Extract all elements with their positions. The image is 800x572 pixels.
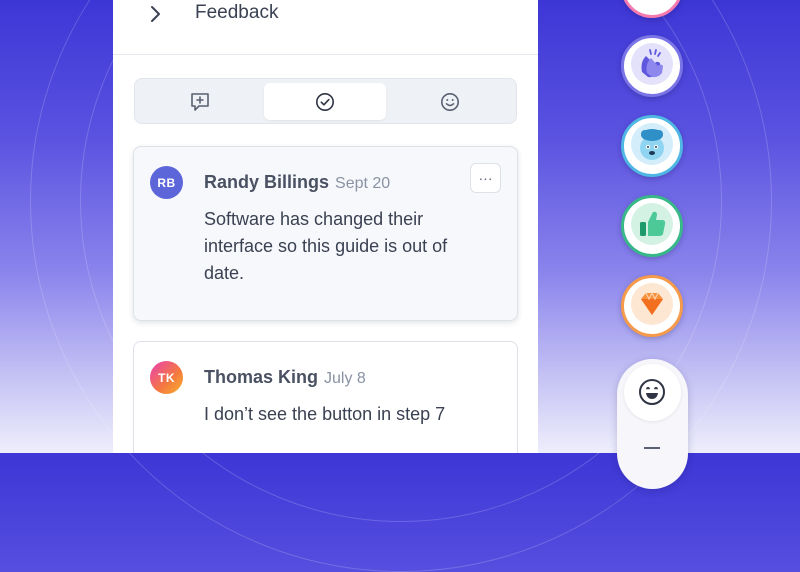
author-name: Thomas King <box>204 367 319 387</box>
tab-resolved[interactable] <box>264 83 386 120</box>
dock-handle-icon <box>644 447 660 455</box>
comment-card[interactable]: RB Randy Billings Sept 20 ··· Software ha… <box>133 146 518 321</box>
tab-reactions[interactable] <box>389 83 511 120</box>
smiley-icon <box>440 92 460 112</box>
comment-plus-icon <box>190 92 210 112</box>
author-name: Randy Billings <box>204 172 330 192</box>
feedback-panel: Feedback RB Randy Billings Sept 20 ··· So… <box>113 0 538 453</box>
emoji-picker-button[interactable] <box>624 364 681 421</box>
gem-reaction-button[interactable] <box>621 275 683 337</box>
comment-date: Sept 20 <box>335 175 391 192</box>
mind-blown-icon <box>630 122 674 171</box>
gem-icon <box>630 282 674 331</box>
thumbs-up-icon <box>630 202 674 251</box>
comment-text: Software has changed their interface so … <box>204 209 448 283</box>
avatar: RB <box>150 166 183 199</box>
comment-author: Thomas King July 8 <box>204 367 366 388</box>
reaction-dock <box>617 359 688 489</box>
clap-reaction-button[interactable] <box>621 35 683 97</box>
comment-date: July 8 <box>324 370 366 387</box>
feedback-tabs <box>134 78 517 124</box>
panel-header: Feedback <box>113 0 538 55</box>
heart-reaction-button[interactable] <box>621 0 683 18</box>
more-options-button[interactable]: ··· <box>470 163 501 193</box>
panel-title: Feedback <box>195 2 279 23</box>
thumbs-up-reaction-button[interactable] <box>621 195 683 257</box>
comment-author: Randy Billings Sept 20 <box>204 172 390 193</box>
clapping-hands-icon <box>630 42 674 91</box>
mind-blown-reaction-button[interactable] <box>621 115 683 177</box>
avatar: TK <box>150 361 183 394</box>
comment-text: I don’t see the button in step 7 <box>204 404 446 424</box>
comment-card[interactable]: TK Thomas King July 8 I don’t see the but… <box>133 341 518 453</box>
chevron-right-icon[interactable] <box>148 4 164 24</box>
check-circle-icon <box>315 92 335 112</box>
grinning-face-icon <box>638 378 666 406</box>
tab-add-comment[interactable] <box>139 83 261 120</box>
